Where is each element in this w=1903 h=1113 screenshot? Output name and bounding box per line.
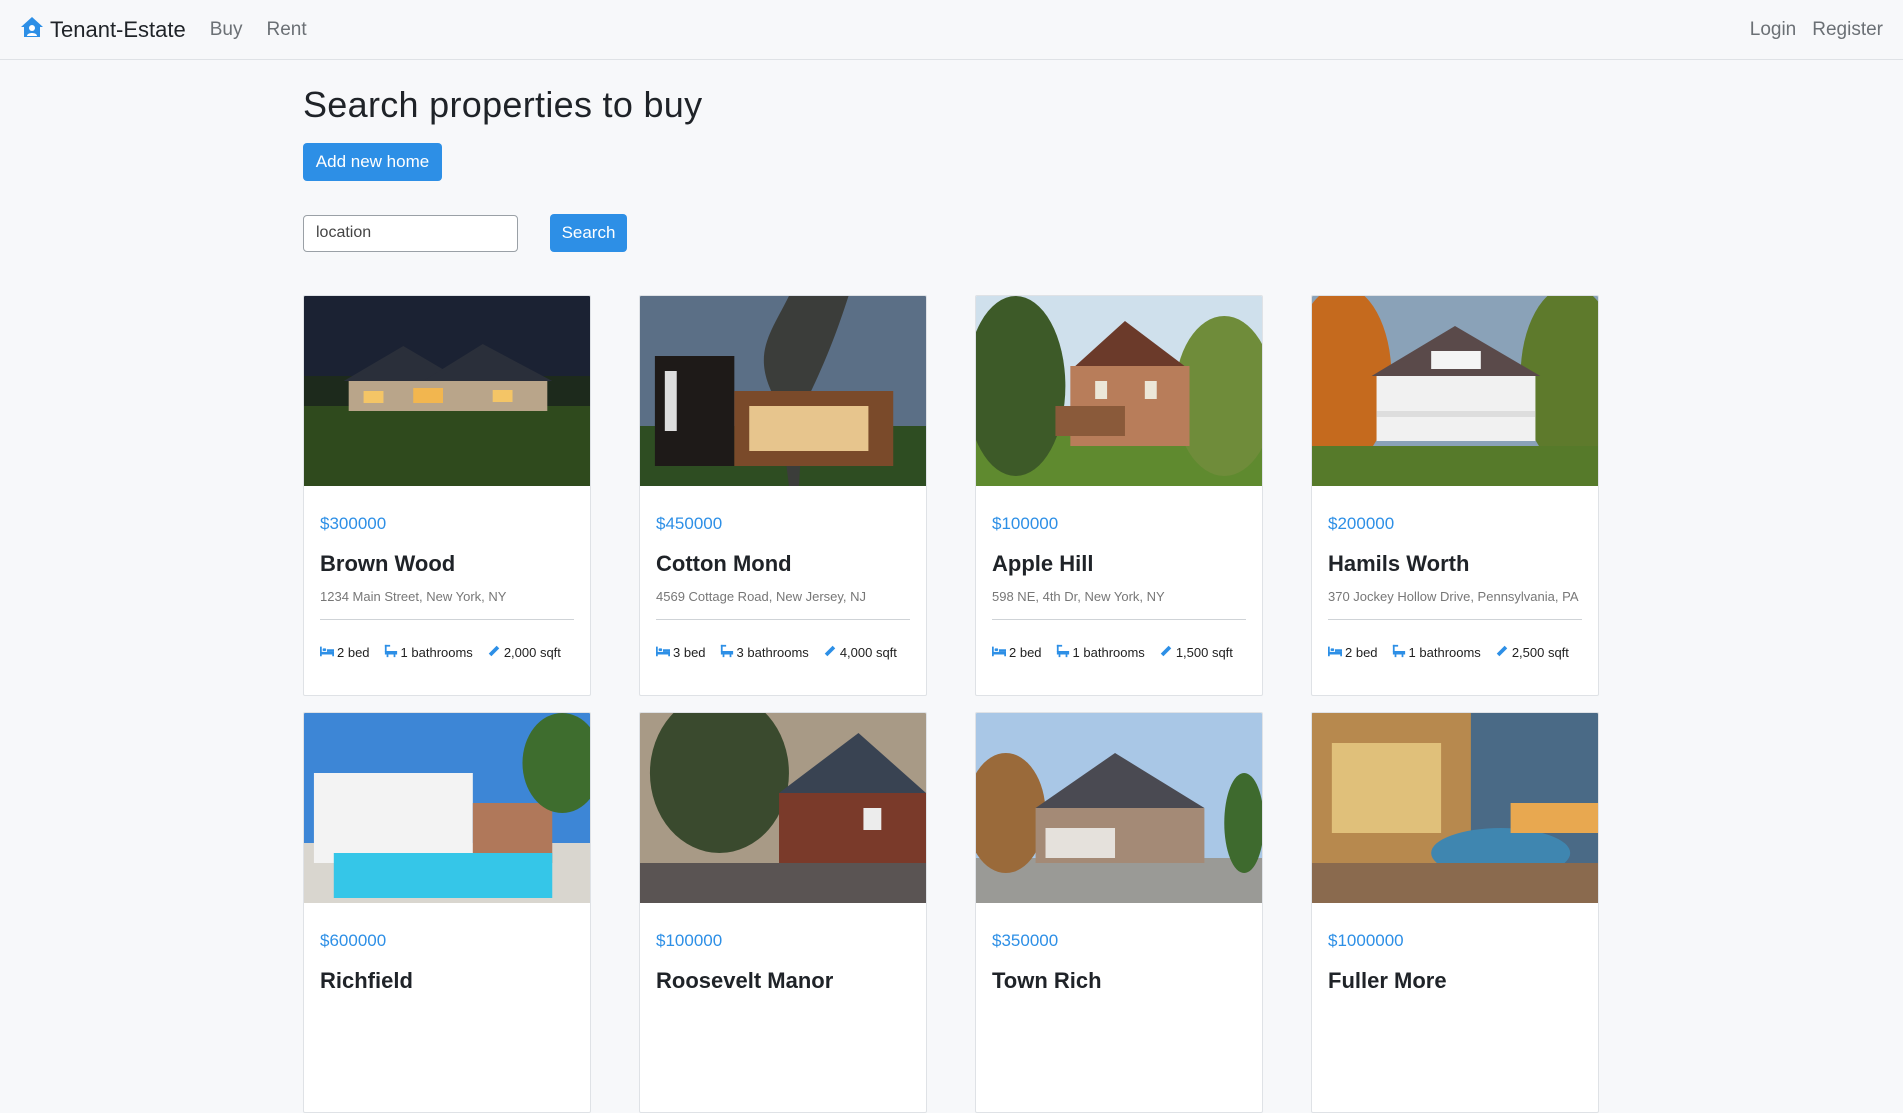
listing-name[interactable]: Brown Wood (320, 551, 574, 577)
brand-link[interactable]: Tenant-Estate (20, 15, 186, 45)
listing-name[interactable]: Richfield (320, 968, 574, 994)
listing-address: 598 NE, 4th Dr, New York, NY (992, 589, 1246, 620)
listing-photo[interactable] (304, 296, 590, 486)
page-title: Search properties to buy (303, 84, 703, 125)
nav-register[interactable]: Register (1812, 19, 1883, 41)
listing-photo[interactable] (640, 713, 926, 903)
sqft-value: 2,000 sqft (503, 645, 561, 660)
bath-icon (1056, 644, 1070, 661)
listing-card[interactable]: $100000 Apple Hill 598 NE, 4th Dr, New Y… (975, 295, 1263, 696)
location-search-input[interactable] (303, 214, 518, 252)
bath-count: 1 bathrooms (1072, 645, 1145, 660)
bath-count: 1 bathrooms (1408, 645, 1481, 660)
navbar: Tenant-Estate Buy Rent Login Register (0, 0, 1903, 60)
brand-name: Tenant-Estate (50, 16, 186, 42)
listing-address: 4569 Cottage Road, New Jersey, NJ (656, 589, 910, 620)
main-content: Search properties to buy Add new home Se… (303, 60, 1603, 1113)
listing-price: $100000 (992, 514, 1059, 533)
sqft-value: 1,500 sqft (1175, 645, 1233, 660)
bath-icon (720, 644, 734, 661)
listing-card[interactable]: $600000 Richfield (303, 712, 591, 1113)
ruler-icon (823, 644, 837, 661)
listing-photo[interactable] (640, 296, 926, 486)
bed-icon (1328, 644, 1342, 661)
bed-count: 2 bed (1345, 645, 1378, 660)
listing-card[interactable]: $1000000 Fuller More (1311, 712, 1599, 1113)
listing-name[interactable]: Fuller More (1328, 968, 1582, 994)
listing-address: 1234 Main Street, New York, NY (320, 589, 574, 620)
bath-icon (384, 644, 398, 661)
listing-photo[interactable] (1312, 296, 1598, 486)
listing-photo[interactable] (304, 713, 590, 903)
nav-login[interactable]: Login (1750, 19, 1797, 41)
nav-buy[interactable]: Buy (210, 19, 243, 41)
bed-count: 2 bed (337, 645, 370, 660)
listing-card[interactable]: $200000 Hamils Worth 370 Jockey Hollow D… (1311, 295, 1599, 696)
listing-name[interactable]: Roosevelt Manor (656, 968, 910, 994)
listing-price: $100000 (656, 931, 723, 950)
add-new-home-button[interactable]: Add new home (303, 143, 442, 181)
listing-name[interactable]: Cotton Mond (656, 551, 910, 577)
listing-card[interactable]: $450000 Cotton Mond 4569 Cottage Road, N… (639, 295, 927, 696)
listing-features: 2 bed 1 bathrooms 2,500 sqft (1328, 644, 1582, 661)
listing-price: $350000 (992, 931, 1059, 950)
listing-price: $200000 (1328, 514, 1395, 533)
listing-price: $300000 (320, 514, 387, 533)
listing-name[interactable]: Town Rich (992, 968, 1246, 994)
house-icon (20, 15, 44, 45)
ruler-icon (487, 644, 501, 661)
search-button[interactable]: Search (550, 214, 627, 252)
bed-icon (992, 644, 1006, 661)
listing-price: $600000 (320, 931, 387, 950)
listing-features: 2 bed 1 bathrooms 2,000 sqft (320, 644, 574, 661)
bath-count: 1 bathrooms (400, 645, 473, 660)
sqft-value: 4,000 sqft (839, 645, 897, 660)
listing-card[interactable]: $300000 Brown Wood 1234 Main Street, New… (303, 295, 591, 696)
bath-icon (1392, 644, 1406, 661)
listing-name[interactable]: Hamils Worth (1328, 551, 1582, 577)
ruler-icon (1159, 644, 1173, 661)
listing-name[interactable]: Apple Hill (992, 551, 1246, 577)
ruler-icon (1495, 644, 1509, 661)
listing-card[interactable]: $350000 Town Rich (975, 712, 1263, 1113)
sqft-value: 2,500 sqft (1511, 645, 1569, 660)
bed-count: 3 bed (673, 645, 706, 660)
listing-photo[interactable] (976, 713, 1262, 903)
listing-price: $1000000 (1328, 931, 1404, 950)
bed-count: 2 bed (1009, 645, 1042, 660)
bed-icon (320, 644, 334, 661)
listing-price: $450000 (656, 514, 723, 533)
listing-features: 2 bed 1 bathrooms 1,500 sqft (992, 644, 1246, 661)
listing-features: 3 bed 3 bathrooms 4,000 sqft (656, 644, 910, 661)
listings-grid: $300000 Brown Wood 1234 Main Street, New… (303, 295, 1599, 1113)
listing-photo[interactable] (976, 296, 1262, 486)
listing-address: 370 Jockey Hollow Drive, Pennsylvania, P… (1328, 589, 1582, 620)
nav-rent[interactable]: Rent (267, 19, 307, 41)
listing-photo[interactable] (1312, 713, 1598, 903)
listing-card[interactable]: $100000 Roosevelt Manor (639, 712, 927, 1113)
bed-icon (656, 644, 670, 661)
bath-count: 3 bathrooms (736, 645, 809, 660)
search-form: Search (303, 214, 1603, 252)
